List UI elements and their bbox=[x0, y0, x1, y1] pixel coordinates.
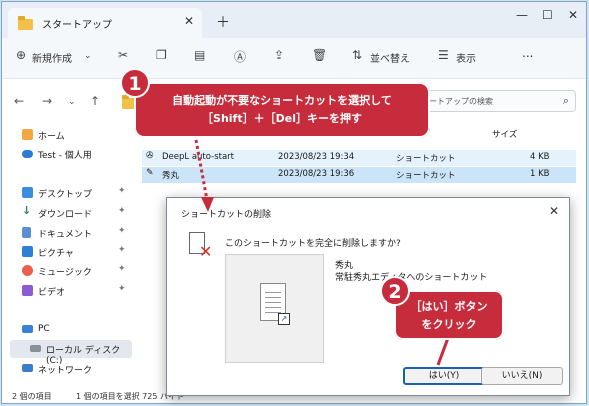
callout-two-text-line2: をクリック bbox=[421, 318, 477, 331]
callout-two-text-line1: ［はい］ボタン bbox=[410, 300, 488, 313]
callout-two-pointer bbox=[436, 337, 450, 366]
callout-one-text-line2: ［Shift］＋［Del］キーを押す bbox=[202, 112, 362, 125]
callout-two: ［はい］ボタン をクリック bbox=[394, 290, 504, 340]
step-one-badge: 1 bbox=[120, 68, 150, 98]
callout-one-text-line1: 自動起動が不要なショートカットを選択して bbox=[172, 94, 392, 107]
callout-one-arrow bbox=[194, 139, 209, 201]
callout-one-arrowhead bbox=[201, 197, 214, 212]
annotation-arrows bbox=[194, 139, 450, 366]
callout-one: 自動起動が不要なショートカットを選択して ［Shift］＋［Del］キーを押す bbox=[134, 82, 430, 138]
step-two-badge: 2 bbox=[380, 276, 410, 306]
